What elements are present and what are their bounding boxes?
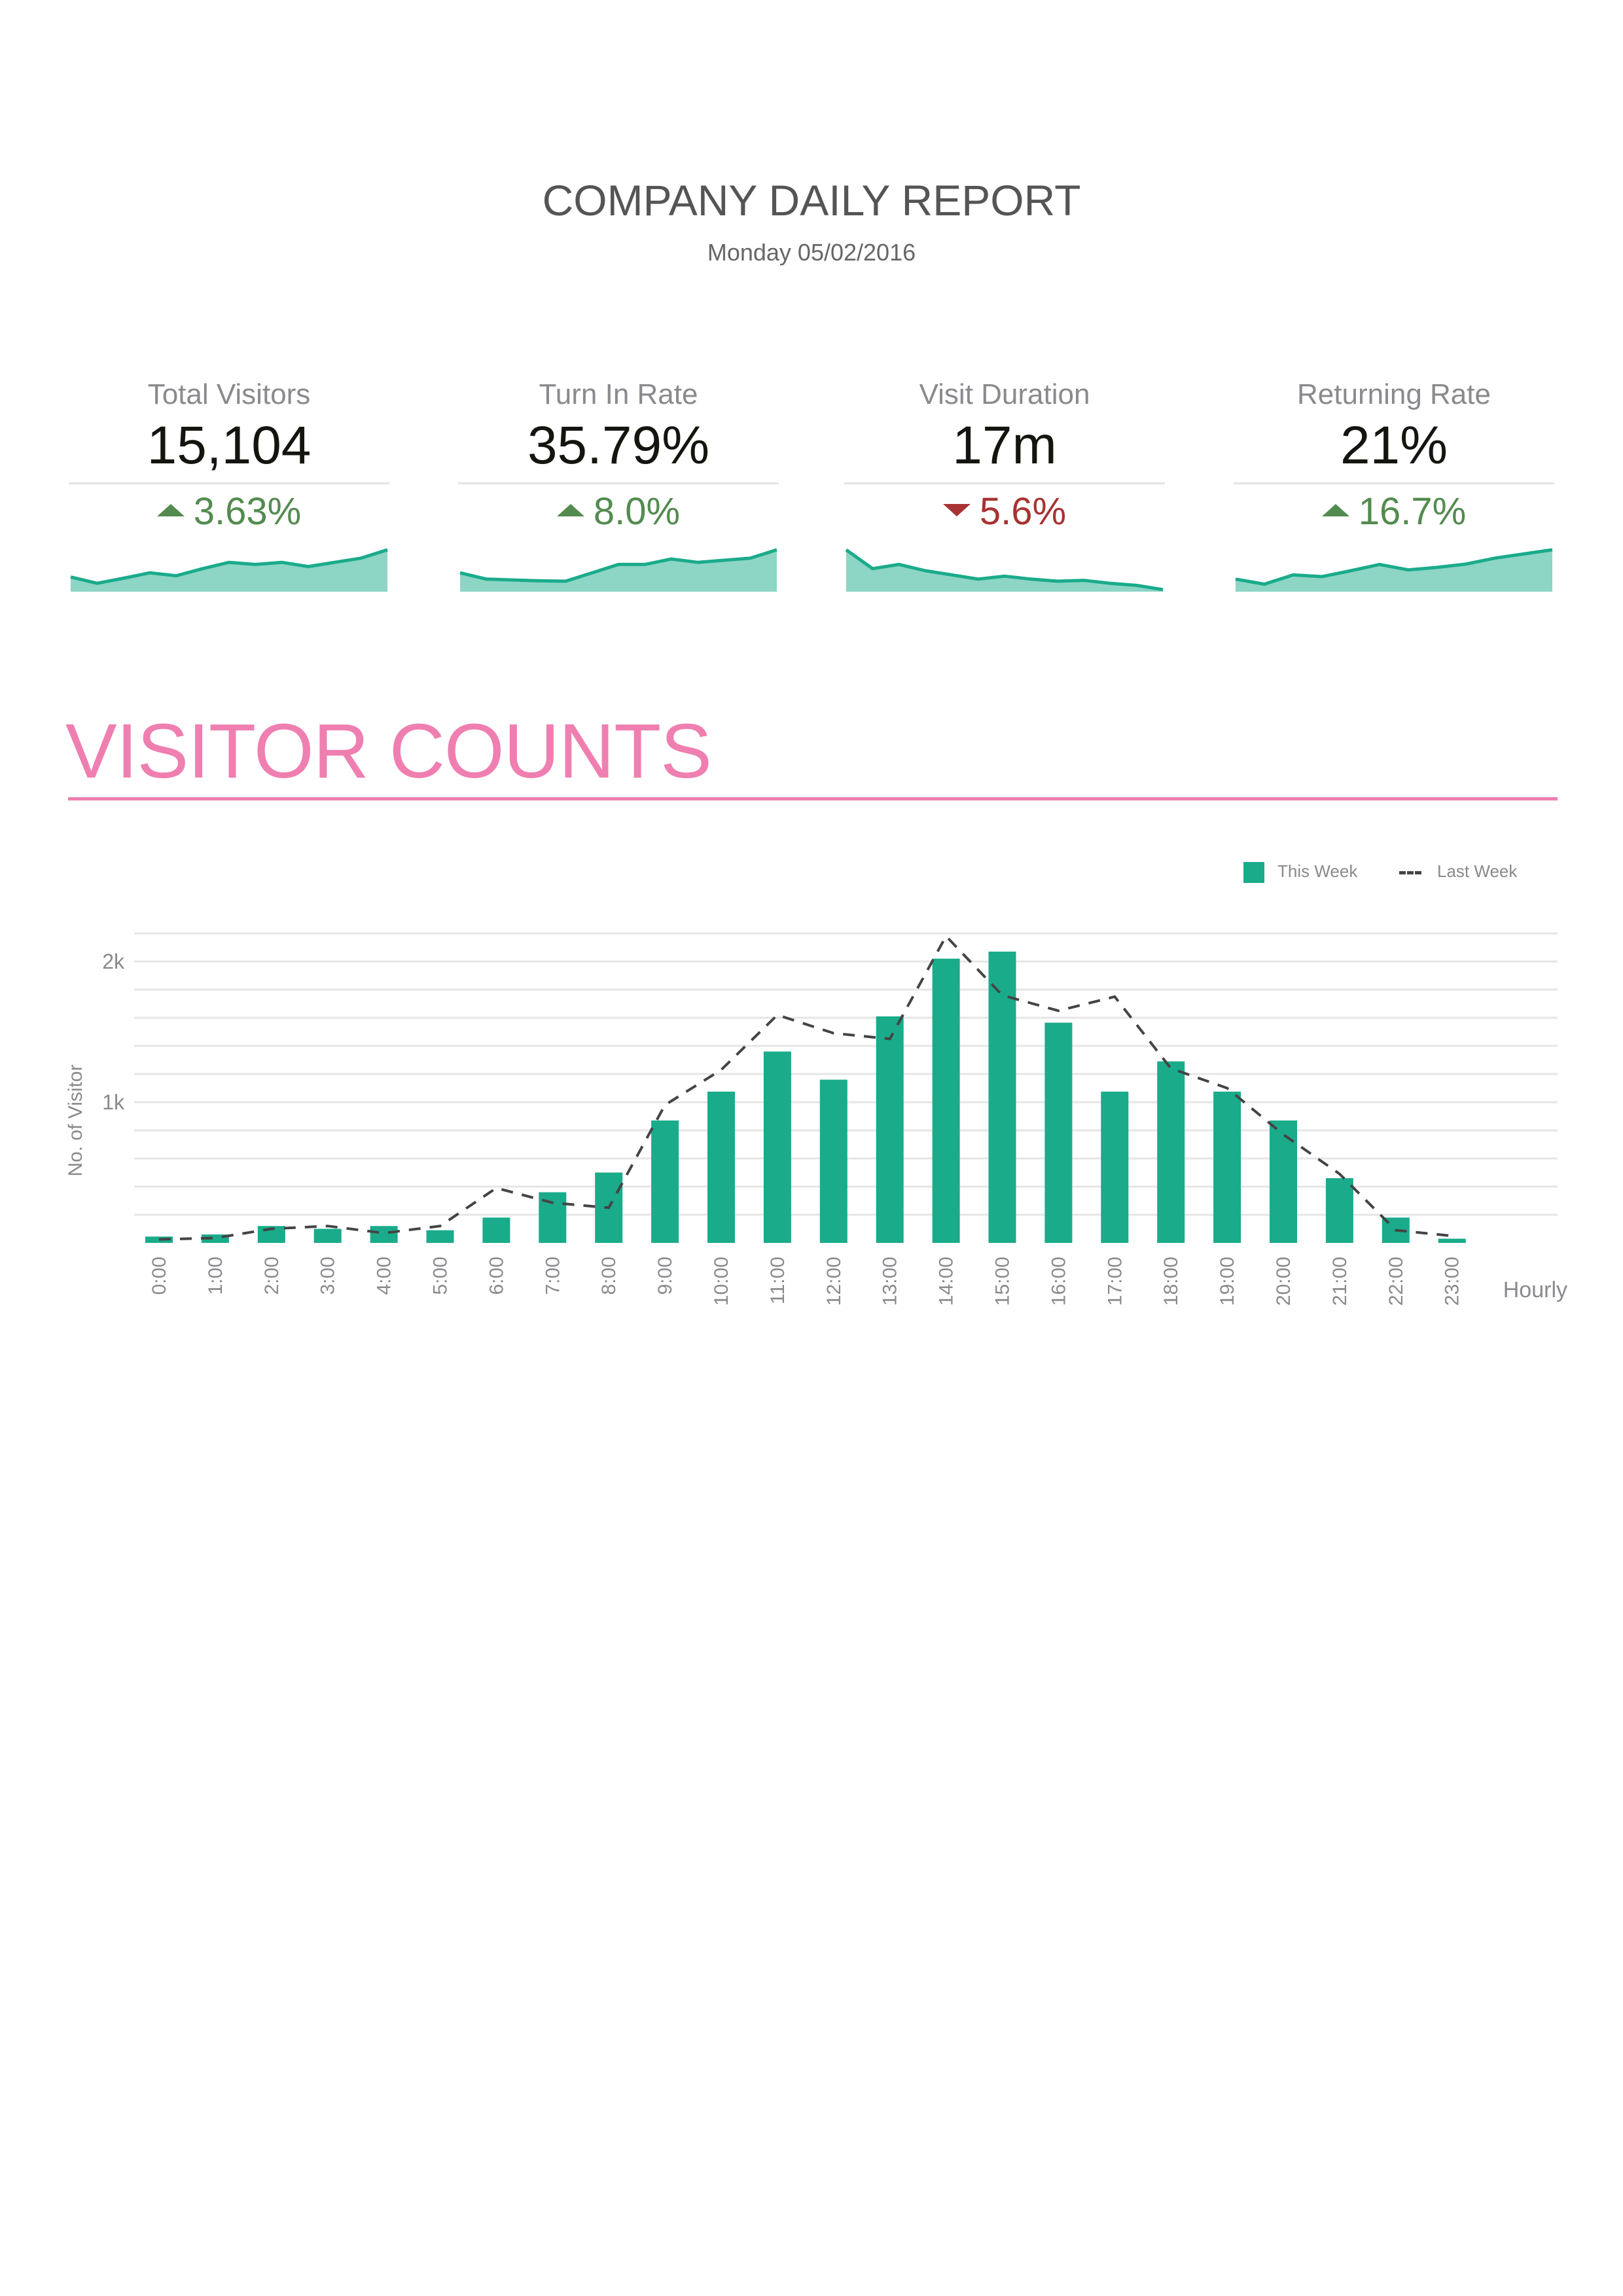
kpi-divider xyxy=(458,482,779,484)
x-tick-label: 1:00 xyxy=(205,1257,226,1295)
kpi-value: 17m xyxy=(952,416,1057,475)
kpi-delta-value: 3.63% xyxy=(193,490,302,533)
kpi-delta: 8.0% xyxy=(458,487,779,537)
legend-label: This Week xyxy=(1277,861,1358,881)
bar-this-week-11:00[interactable] xyxy=(763,1051,791,1243)
legend-swatch-this-week xyxy=(1243,862,1264,884)
bar-this-week-14:00[interactable] xyxy=(932,958,960,1243)
x-tick-label: 8:00 xyxy=(598,1257,620,1295)
x-tick-label: 9:00 xyxy=(654,1257,676,1295)
sparkline-area xyxy=(460,550,777,592)
bar-this-week-9:00[interactable] xyxy=(651,1120,679,1243)
bar-this-week-10:00[interactable] xyxy=(707,1091,735,1243)
kpi-divider xyxy=(1234,482,1554,484)
x-tick-label: 5:00 xyxy=(430,1257,452,1295)
x-tick-label: 18:00 xyxy=(1160,1257,1182,1306)
x-tick-label: 2:00 xyxy=(261,1257,283,1295)
legend-dash-last-week xyxy=(1399,870,1421,874)
kpi-label: Returning Rate xyxy=(1297,378,1491,410)
bar-this-week-6:00[interactable] xyxy=(482,1217,510,1243)
kpi-delta: 16.7% xyxy=(1234,487,1554,537)
x-axis-title: Hourly xyxy=(1503,1278,1567,1302)
kpi-delta-value: 8.0% xyxy=(593,490,681,533)
kpi-delta: 5.6% xyxy=(844,487,1165,537)
arrow-up-icon xyxy=(1321,504,1349,517)
line-last-week[interactable] xyxy=(158,933,1452,1241)
kpi-sparkline xyxy=(845,548,1164,592)
bar-this-week-5:00[interactable] xyxy=(426,1230,454,1243)
bar-this-week-23:00[interactable] xyxy=(1438,1238,1466,1243)
report-title: COMPANY DAILY REPORT xyxy=(542,176,1081,224)
x-tick-label: 17:00 xyxy=(1104,1257,1126,1306)
x-tick-label: 16:00 xyxy=(1048,1257,1069,1306)
kpi-value: 21% xyxy=(1340,416,1448,475)
x-tick-label: 0:00 xyxy=(149,1257,170,1295)
bar-this-week-17:00[interactable] xyxy=(1101,1091,1129,1243)
kpi-sparkline xyxy=(1235,548,1553,592)
x-tick-label: 3:00 xyxy=(317,1257,339,1295)
arrow-up-icon xyxy=(556,504,584,517)
bar-this-week-19:00[interactable] xyxy=(1213,1091,1241,1243)
x-tick-label: 19:00 xyxy=(1217,1257,1238,1306)
chart-x-ticks: 0:00 1:00 2:00 3:00 4:00 5:00 6:00 7:00 8:00 9:00… xyxy=(149,1257,1463,1306)
x-tick-label: 13:00 xyxy=(880,1257,901,1306)
chart-y-ticks: 1k 2k xyxy=(102,950,125,1114)
kpi-label: Turn In Rate xyxy=(539,378,698,410)
bar-this-week-16:00[interactable] xyxy=(1044,1022,1073,1243)
chart-bars xyxy=(145,951,1466,1244)
kpi-value: 35.79% xyxy=(527,416,710,475)
kpi-delta-value: 5.6% xyxy=(979,490,1067,533)
kpi-label: Total Visitors xyxy=(147,378,311,410)
bar-this-week-13:00[interactable] xyxy=(876,1016,904,1243)
legend-item-last-week[interactable]: Last Week xyxy=(1399,855,1517,888)
x-tick-label: 6:00 xyxy=(486,1257,507,1295)
kpi-card-total-visitors: Total Visitors 15,104 3.63% xyxy=(69,376,389,595)
bar-this-week-12:00[interactable] xyxy=(819,1079,847,1243)
kpi-sparkline xyxy=(70,548,388,592)
kpi-card-returning-rate: Returning Rate 21% 16.7% xyxy=(1234,376,1554,595)
legend-item-this-week[interactable]: This Week xyxy=(1243,855,1357,888)
arrow-down-icon xyxy=(942,504,971,517)
legend-label: Last Week xyxy=(1437,861,1518,881)
bar-this-week-15:00[interactable] xyxy=(988,951,1016,1243)
kpi-label: Visit Duration xyxy=(919,378,1090,410)
y-axis-title: No. of Visitor xyxy=(65,1064,86,1176)
kpi-delta: 3.63% xyxy=(69,487,389,537)
chart-last-week-line xyxy=(158,933,1452,1241)
x-tick-label: 11:00 xyxy=(767,1257,789,1304)
kpi-value: 15,104 xyxy=(147,416,312,475)
x-tick-label: 23:00 xyxy=(1442,1257,1463,1306)
x-tick-label: 10:00 xyxy=(711,1257,732,1306)
x-tick-label: 20:00 xyxy=(1273,1257,1294,1306)
section-title: VISITOR COUNTS xyxy=(65,708,712,795)
section-divider xyxy=(68,797,1558,800)
x-tick-label: 15:00 xyxy=(992,1257,1014,1306)
kpi-delta-value: 16.7% xyxy=(1358,490,1467,533)
kpi-divider xyxy=(844,482,1165,484)
bar-this-week-21:00[interactable] xyxy=(1325,1178,1353,1243)
bar-this-week-20:00[interactable] xyxy=(1270,1120,1297,1243)
x-tick-label: 4:00 xyxy=(374,1257,395,1295)
visitor-counts-chart: 1k 2k 0:00 1:00 2:00 3:00 4:00 5:00 6:00 7:00 8:0… xyxy=(65,932,1567,1306)
y-tick-label: 2k xyxy=(102,950,125,973)
kpi-card-turn-in-rate: Turn In Rate 35.79% 8.0% xyxy=(458,376,779,595)
bar-this-week-18:00[interactable] xyxy=(1157,1061,1185,1243)
x-tick-label: 22:00 xyxy=(1385,1257,1407,1306)
kpi-divider xyxy=(69,482,389,484)
report-date: Monday 05/02/2016 xyxy=(707,239,916,266)
x-tick-label: 21:00 xyxy=(1329,1257,1351,1306)
kpi-card-visit-duration: Visit Duration 17m 5.6% xyxy=(844,376,1165,595)
sparkline-area xyxy=(71,550,387,592)
sparkline-area xyxy=(846,550,1163,592)
x-tick-label: 14:00 xyxy=(936,1257,957,1306)
arrow-up-icon xyxy=(156,504,185,517)
x-tick-label: 12:00 xyxy=(823,1257,845,1306)
y-tick-label: 1k xyxy=(102,1090,125,1114)
x-tick-label: 7:00 xyxy=(542,1257,563,1295)
bar-this-week-3:00[interactable] xyxy=(313,1229,342,1244)
kpi-sparkline xyxy=(459,548,777,592)
bar-this-week-4:00[interactable] xyxy=(370,1226,398,1243)
